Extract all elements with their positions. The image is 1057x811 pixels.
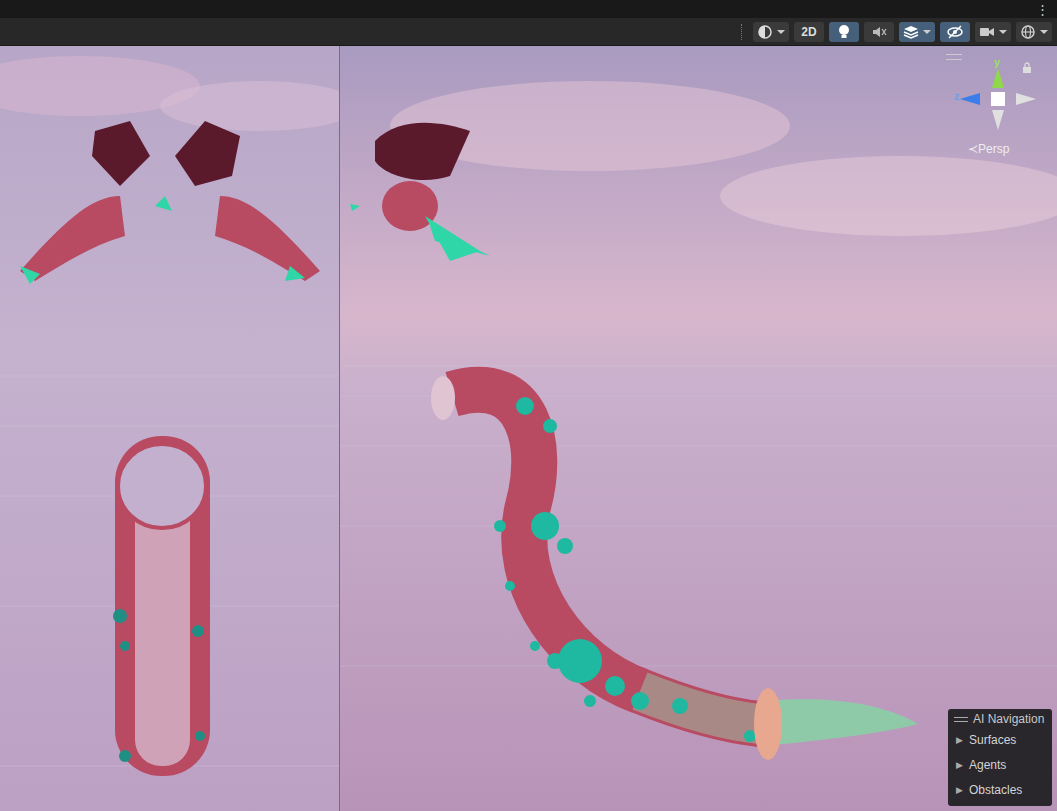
dropdown-arrow-icon (999, 29, 1007, 35)
camera-toggle[interactable] (975, 22, 1011, 42)
scene-view: ⋮ 2D y z ≺Persp AI Navigation▶Surfaces▶Agents… (0, 0, 1057, 811)
y-axis-label: y (994, 56, 1000, 68)
hidden-eye-icon (946, 25, 964, 39)
overlay-title[interactable]: AI Navigation (954, 711, 1048, 727)
gizmos-toggle[interactable] (1016, 22, 1052, 42)
overlay-grip[interactable] (946, 54, 962, 60)
effects-layers-icon (903, 25, 919, 39)
viewports: y z ≺Persp AI Navigation▶Surfaces▶Agents▶Ob… (0, 46, 1057, 811)
z-axis-label: z (954, 90, 960, 102)
effects-toggle[interactable] (899, 22, 935, 42)
drag-handle-icon[interactable] (954, 717, 968, 722)
lock-icon[interactable] (1022, 62, 1032, 73)
gizmos-globe-icon (1020, 24, 1036, 40)
foldout-arrow-icon: ▶ (956, 785, 963, 795)
lighting-toggle[interactable] (829, 22, 859, 42)
shading-toggle[interactable] (753, 22, 789, 42)
projection-label[interactable]: ≺Persp (968, 142, 1009, 156)
dropdown-arrow-icon (777, 29, 785, 35)
dropdown-arrow-icon (923, 29, 931, 35)
orientation-gizmo[interactable]: y z ≺Persp (938, 50, 1042, 162)
visibility-toggle[interactable] (940, 22, 970, 42)
audio-toggle[interactable] (864, 22, 894, 42)
light-bulb-icon (837, 24, 851, 40)
ai-navigation-overlay: AI Navigation▶Surfaces▶Agents▶Obstacles (948, 709, 1052, 806)
scene-toolbar: 2D (0, 18, 1057, 46)
perspective-viewport[interactable]: y z ≺Persp AI Navigation▶Surfaces▶Agents▶Ob… (340, 46, 1057, 811)
foldout-item[interactable]: ▶Agents (954, 752, 1048, 777)
foldout-item[interactable]: ▶Surfaces (954, 727, 1048, 752)
front-viewport[interactable] (0, 46, 340, 811)
menu-button[interactable]: ⋮ (1036, 3, 1049, 16)
foldout-item[interactable]: ▶Obstacles (954, 777, 1048, 802)
camera-icon (979, 26, 995, 38)
2d-toggle[interactable]: 2D (794, 22, 824, 42)
mute-audio-icon (871, 25, 887, 39)
toolbar-grip (741, 24, 744, 40)
perspective-render (340, 46, 1057, 811)
shading-icon (757, 25, 773, 39)
foldout-arrow-icon: ▶ (956, 735, 963, 745)
title-bar: ⋮ (0, 0, 1057, 18)
dropdown-arrow-icon (1040, 29, 1048, 35)
foldout-arrow-icon: ▶ (956, 760, 963, 770)
front-render (0, 46, 340, 811)
axis-cones-icon[interactable] (958, 64, 1038, 134)
